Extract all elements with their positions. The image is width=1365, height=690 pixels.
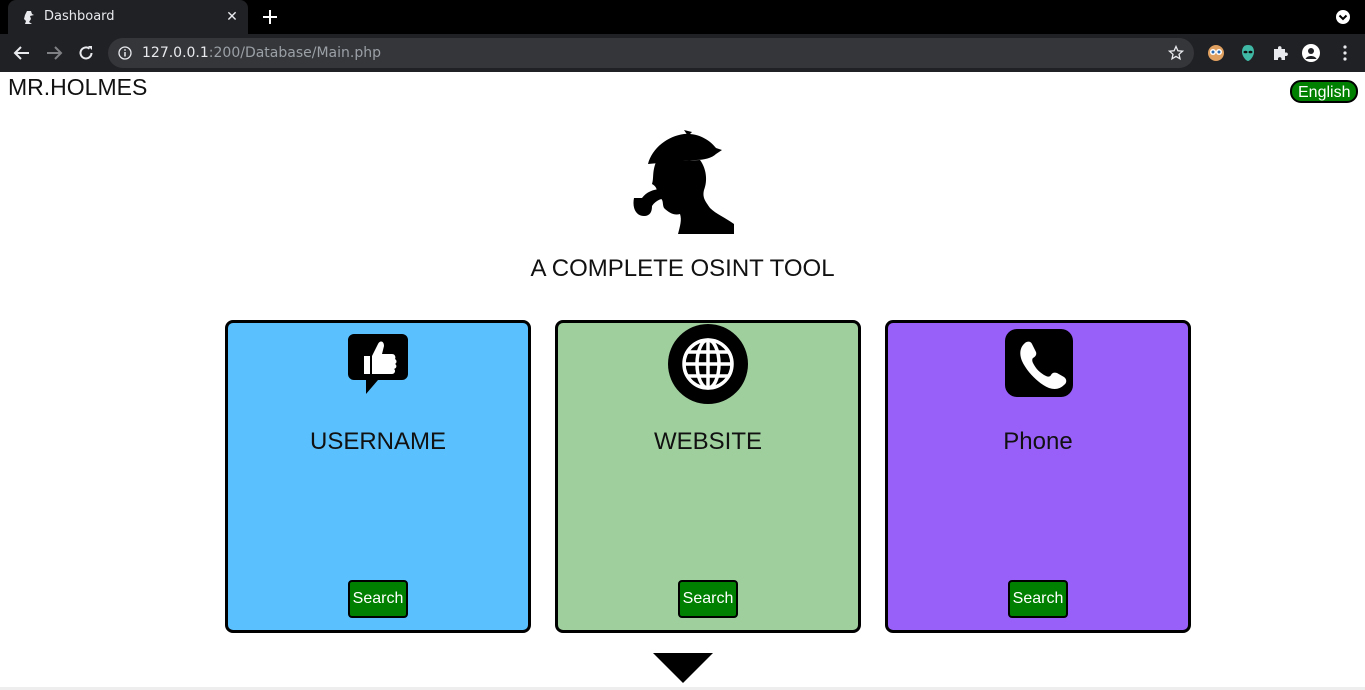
- card-title-phone: Phone: [1003, 428, 1073, 455]
- phone-card: Phone Search: [885, 320, 1191, 633]
- reload-icon[interactable]: [76, 43, 96, 63]
- detective-favicon-icon: [24, 11, 34, 24]
- phone-icon: [1005, 329, 1073, 397]
- site-brand: MR.HOLMES: [8, 74, 148, 100]
- close-tab-icon[interactable]: ✕: [224, 8, 240, 24]
- bookmark-star-icon[interactable]: [1168, 45, 1184, 61]
- browser-tab[interactable]: Dashboard ✕: [8, 0, 248, 34]
- profile-avatar-icon[interactable]: [1302, 44, 1320, 62]
- card-title-username: USERNAME: [309, 428, 447, 455]
- globe-icon: [668, 324, 748, 404]
- tab-title: Dashboard: [44, 9, 115, 24]
- browser-toolbar: 127.0.0.1:200/Database/Main.php: [0, 34, 1365, 72]
- extension-alien-icon[interactable]: [1239, 44, 1257, 62]
- language-button[interactable]: English: [1290, 80, 1359, 103]
- tab-search-icon[interactable]: [1335, 9, 1351, 25]
- username-search-button[interactable]: Search: [348, 580, 408, 618]
- tagline: A COMPLETE OSINT TOOL: [530, 255, 835, 282]
- url-text: 127.0.0.1:200/Database/Main.php: [142, 45, 381, 61]
- scroll-down-arrow-icon[interactable]: [653, 653, 713, 683]
- address-bar[interactable]: 127.0.0.1:200/Database/Main.php: [108, 38, 1194, 68]
- website-search-button[interactable]: Search: [678, 580, 738, 618]
- card-title-website: WEBSITE: [653, 428, 762, 455]
- extension-owl-icon[interactable]: [1207, 44, 1225, 62]
- username-card: USERNAME Search: [225, 320, 531, 633]
- website-card: WEBSITE Search: [555, 320, 861, 633]
- phone-search-button[interactable]: Search: [1008, 580, 1068, 618]
- url-host: 127.0.0.1: [142, 45, 209, 61]
- browser-tab-bar: Dashboard ✕: [0, 0, 1365, 34]
- back-icon[interactable]: [12, 43, 32, 63]
- site-info-icon[interactable]: [118, 46, 132, 60]
- new-tab-icon[interactable]: [260, 7, 280, 27]
- extensions-puzzle-icon[interactable]: [1271, 44, 1289, 62]
- forward-icon[interactable]: [44, 43, 64, 63]
- url-path: :200/Database/Main.php: [208, 45, 381, 61]
- thumbs-up-chat-icon: [348, 334, 408, 394]
- browser-menu-icon[interactable]: [1336, 44, 1354, 62]
- sherlock-holmes-logo-icon: [633, 130, 734, 234]
